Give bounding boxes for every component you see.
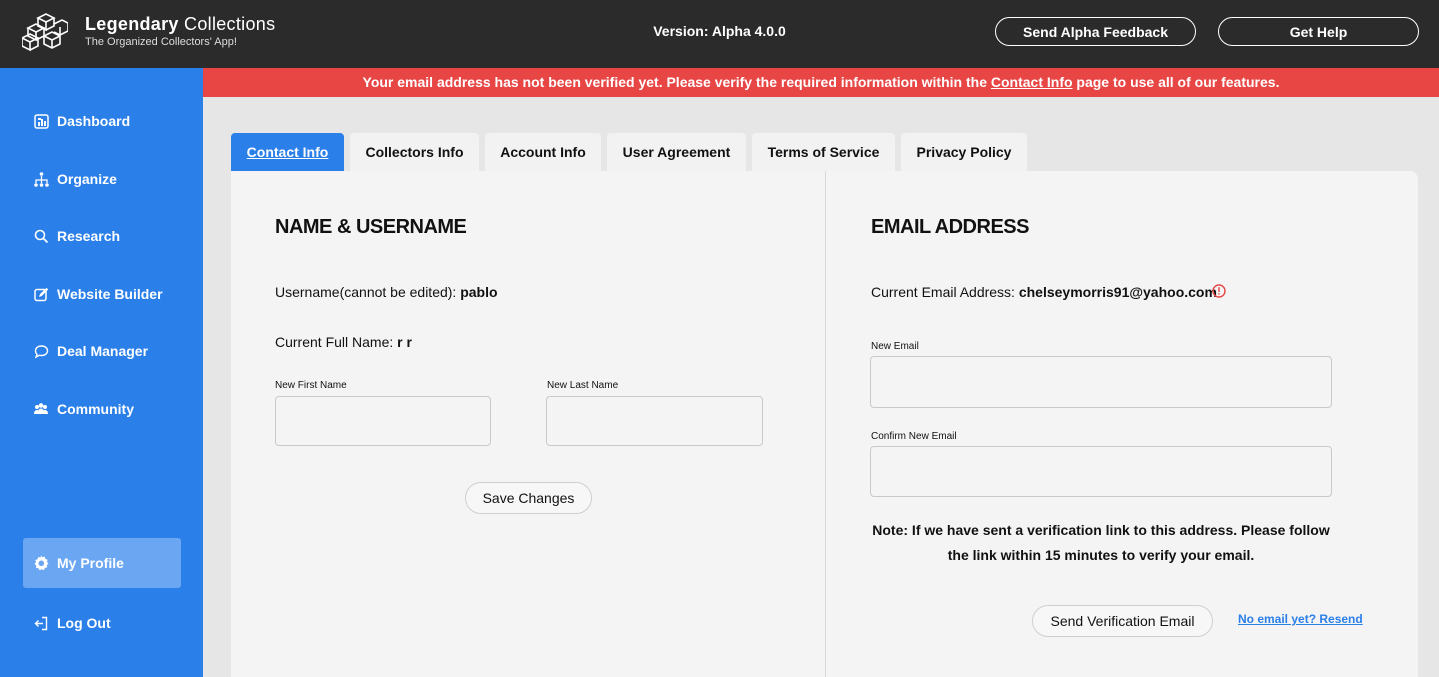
dashboard-icon [33,113,49,129]
sidebar-item-deal-manager[interactable]: Deal Manager [23,331,181,371]
hierarchy-icon [33,171,49,187]
banner-contact-info-link[interactable]: Contact Info [991,74,1073,90]
confirm-email-label: Confirm New Email [871,431,957,442]
sidebar-item-label: Deal Manager [57,343,149,359]
current-email-value: chelseymorris91@yahoo.com [1018,284,1217,300]
sidebar-item-log-out[interactable]: Log Out [23,603,181,643]
current-email-info: Current Email Address: chelseymorris91@y… [871,284,1217,300]
warning-icon [1212,284,1226,298]
sidebar-item-label: Organize [57,171,117,187]
sidebar-item-label: Research [57,228,121,244]
confirm-email-field[interactable] [870,446,1332,497]
first-name-field[interactable] [275,396,491,446]
sidebar-item-website-builder[interactable]: Website Builder [23,274,181,314]
logout-icon [33,615,49,631]
search-icon [33,228,49,244]
sidebar-item-organize[interactable]: Organize [23,159,181,199]
username-label: Username(cannot be edited): [275,284,461,300]
panel-divider [825,171,826,677]
banner-text: Your email address has not been verified… [362,74,991,90]
send-feedback-button[interactable]: Send Alpha Feedback [995,17,1196,46]
brand: Legendary Collections The Organized Coll… [85,14,275,48]
sidebar-item-label: Dashboard [57,113,131,129]
gear-icon [33,555,49,571]
sidebar-item-label: My Profile [57,555,124,571]
sidebar-item-label: Community [57,401,134,417]
save-changes-button[interactable]: Save Changes [465,482,592,514]
last-name-label: New Last Name [547,380,619,391]
new-email-label: New Email [871,341,919,352]
send-verification-email-button[interactable]: Send Verification Email [1032,605,1213,637]
name-section-title: NAME & USERNAME [275,216,467,238]
sidebar-item-my-profile[interactable]: My Profile [23,538,181,588]
username-value: pablo [460,284,498,300]
last-name-field[interactable] [546,396,763,446]
get-help-button[interactable]: Get Help [1218,17,1419,46]
sidebar-item-label: Website Builder [57,286,163,302]
banner-text-end: page to use all of our features. [1072,74,1280,90]
sidebar-item-dashboard[interactable]: Dashboard [23,101,181,141]
verification-banner: Your email address has not been verified… [203,68,1439,97]
sidebar-item-label: Log Out [57,615,111,631]
chat-icon [33,343,49,359]
current-email-label: Current Email Address: [871,284,1019,300]
brand-name: Legendary Collections [85,14,276,34]
new-email-field[interactable] [870,356,1332,408]
tab-privacy-policy[interactable]: Privacy Policy [901,133,1027,171]
sidebar-item-community[interactable]: Community [23,389,181,429]
first-name-label: New First Name [275,380,347,391]
fullname-value: r r [397,334,412,350]
verification-note: Note: If we have sent a verification lin… [872,522,1330,563]
top-bar: Legendary Collections The Organized Coll… [0,0,1439,68]
sidebar: Dashboard Organize Research Website Buil… [0,68,203,677]
people-icon [33,401,49,417]
edit-icon [33,286,49,302]
brand-tagline: The Organized Collectors' App! [85,36,237,48]
tab-user-agreement[interactable]: User Agreement [607,133,746,171]
fullname-info: Current Full Name: r r [275,334,412,350]
fullname-label: Current Full Name: [275,334,398,350]
sidebar-item-research[interactable]: Research [23,216,181,256]
email-section-title: EMAIL ADDRESS [871,216,1029,238]
tab-terms-of-service[interactable]: Terms of Service [752,133,895,171]
resend-link[interactable]: No email yet? Resend [1238,612,1363,626]
logo-icon [22,13,68,52]
tab-contact-info[interactable]: Contact Info [231,133,344,171]
tab-account-info[interactable]: Account Info [485,133,601,171]
username-info: Username(cannot be edited): pablo [275,284,498,300]
tab-collectors-info[interactable]: Collectors Info [350,133,479,171]
